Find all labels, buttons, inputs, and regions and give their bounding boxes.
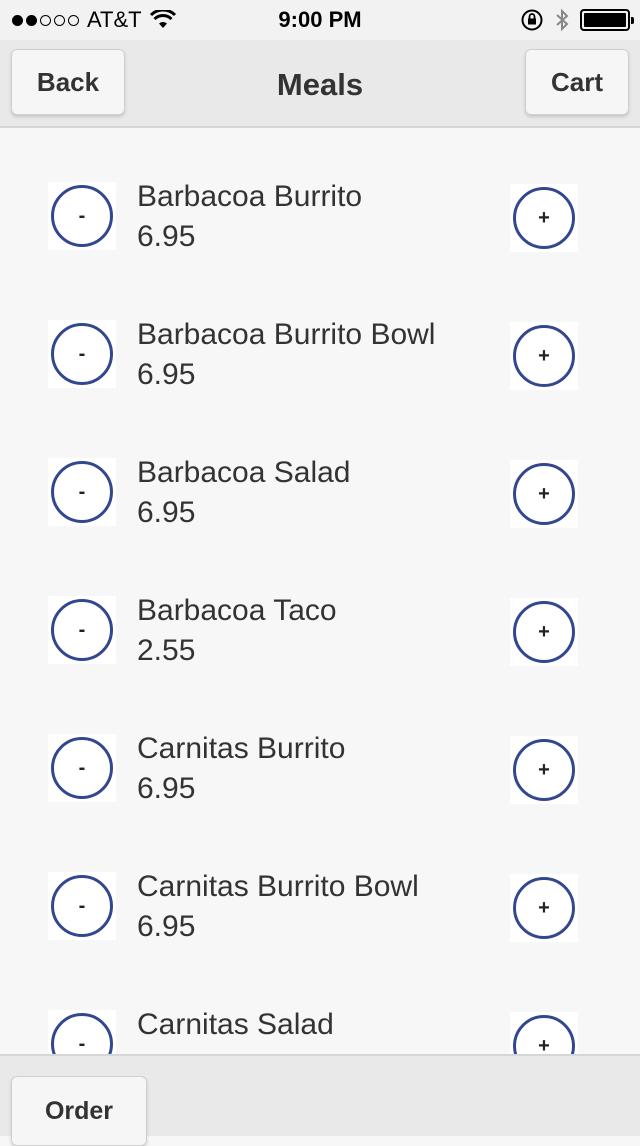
decrement-button[interactable]: - xyxy=(48,734,116,802)
plus-icon: + xyxy=(513,877,575,939)
decrement-button[interactable]: - xyxy=(48,872,116,940)
list-item: - Carnitas Burrito Bowl 6.95 + xyxy=(0,818,640,956)
meal-price: 6.95 xyxy=(137,910,196,943)
cart-button[interactable]: Cart xyxy=(525,49,629,115)
meal-price: 2.55 xyxy=(137,634,196,667)
minus-icon: - xyxy=(51,185,113,247)
decrement-button[interactable]: - xyxy=(48,320,116,388)
increment-button[interactable]: + xyxy=(510,736,578,804)
meal-price: 6.95 xyxy=(137,496,196,529)
increment-button[interactable]: + xyxy=(510,1012,578,1054)
minus-icon: - xyxy=(51,461,113,523)
plus-icon: + xyxy=(513,739,575,801)
battery-icon xyxy=(580,9,634,31)
meal-price: 6.95 xyxy=(137,220,196,253)
decrement-button[interactable]: - xyxy=(48,458,116,526)
list-item: - Carnitas Burrito 6.95 + xyxy=(0,680,640,818)
nav-header: Back Meals Cart xyxy=(0,40,640,128)
list-item: - Barbacoa Burrito Bowl 6.95 + xyxy=(0,266,640,404)
status-bar: AT&T 9:00 PM xyxy=(0,0,640,40)
decrement-button[interactable]: - xyxy=(48,596,116,664)
list-item: - Barbacoa Salad 6.95 + xyxy=(0,404,640,542)
plus-icon: + xyxy=(513,325,575,387)
plus-icon: + xyxy=(513,187,575,249)
decrement-button[interactable]: - xyxy=(48,182,116,250)
minus-icon: - xyxy=(51,1013,113,1054)
increment-button[interactable]: + xyxy=(510,184,578,252)
minus-icon: - xyxy=(51,875,113,937)
meal-list[interactable]: - Barbacoa Burrito 6.95 + - Barbacoa Bur… xyxy=(0,128,640,1054)
orientation-lock-icon xyxy=(521,9,543,31)
meal-name: Carnitas Burrito xyxy=(137,732,346,765)
plus-icon: + xyxy=(513,463,575,525)
decrement-button[interactable]: - xyxy=(48,1010,116,1054)
list-item: - Barbacoa Burrito 6.95 + xyxy=(0,128,640,266)
meal-name: Barbacoa Taco xyxy=(137,594,337,627)
list-item: - Carnitas Salad + xyxy=(0,956,640,1054)
minus-icon: - xyxy=(51,599,113,661)
increment-button[interactable]: + xyxy=(510,598,578,666)
meal-price: 6.95 xyxy=(137,358,196,391)
bluetooth-icon xyxy=(556,8,569,32)
increment-button[interactable]: + xyxy=(510,460,578,528)
meal-name: Barbacoa Salad xyxy=(137,456,351,489)
list-item: - Barbacoa Taco 2.55 + xyxy=(0,542,640,680)
minus-icon: - xyxy=(51,737,113,799)
meal-name: Barbacoa Burrito xyxy=(137,180,363,213)
plus-icon: + xyxy=(513,1015,575,1054)
increment-button[interactable]: + xyxy=(510,874,578,942)
plus-icon: + xyxy=(513,601,575,663)
meal-price: 6.95 xyxy=(137,772,196,805)
meal-name: Carnitas Burrito Bowl xyxy=(137,870,419,903)
minus-icon: - xyxy=(51,323,113,385)
footer-bar: Order xyxy=(0,1054,640,1146)
meal-name: Carnitas Salad xyxy=(137,1008,334,1041)
meal-name: Barbacoa Burrito Bowl xyxy=(137,318,436,351)
increment-button[interactable]: + xyxy=(510,322,578,390)
